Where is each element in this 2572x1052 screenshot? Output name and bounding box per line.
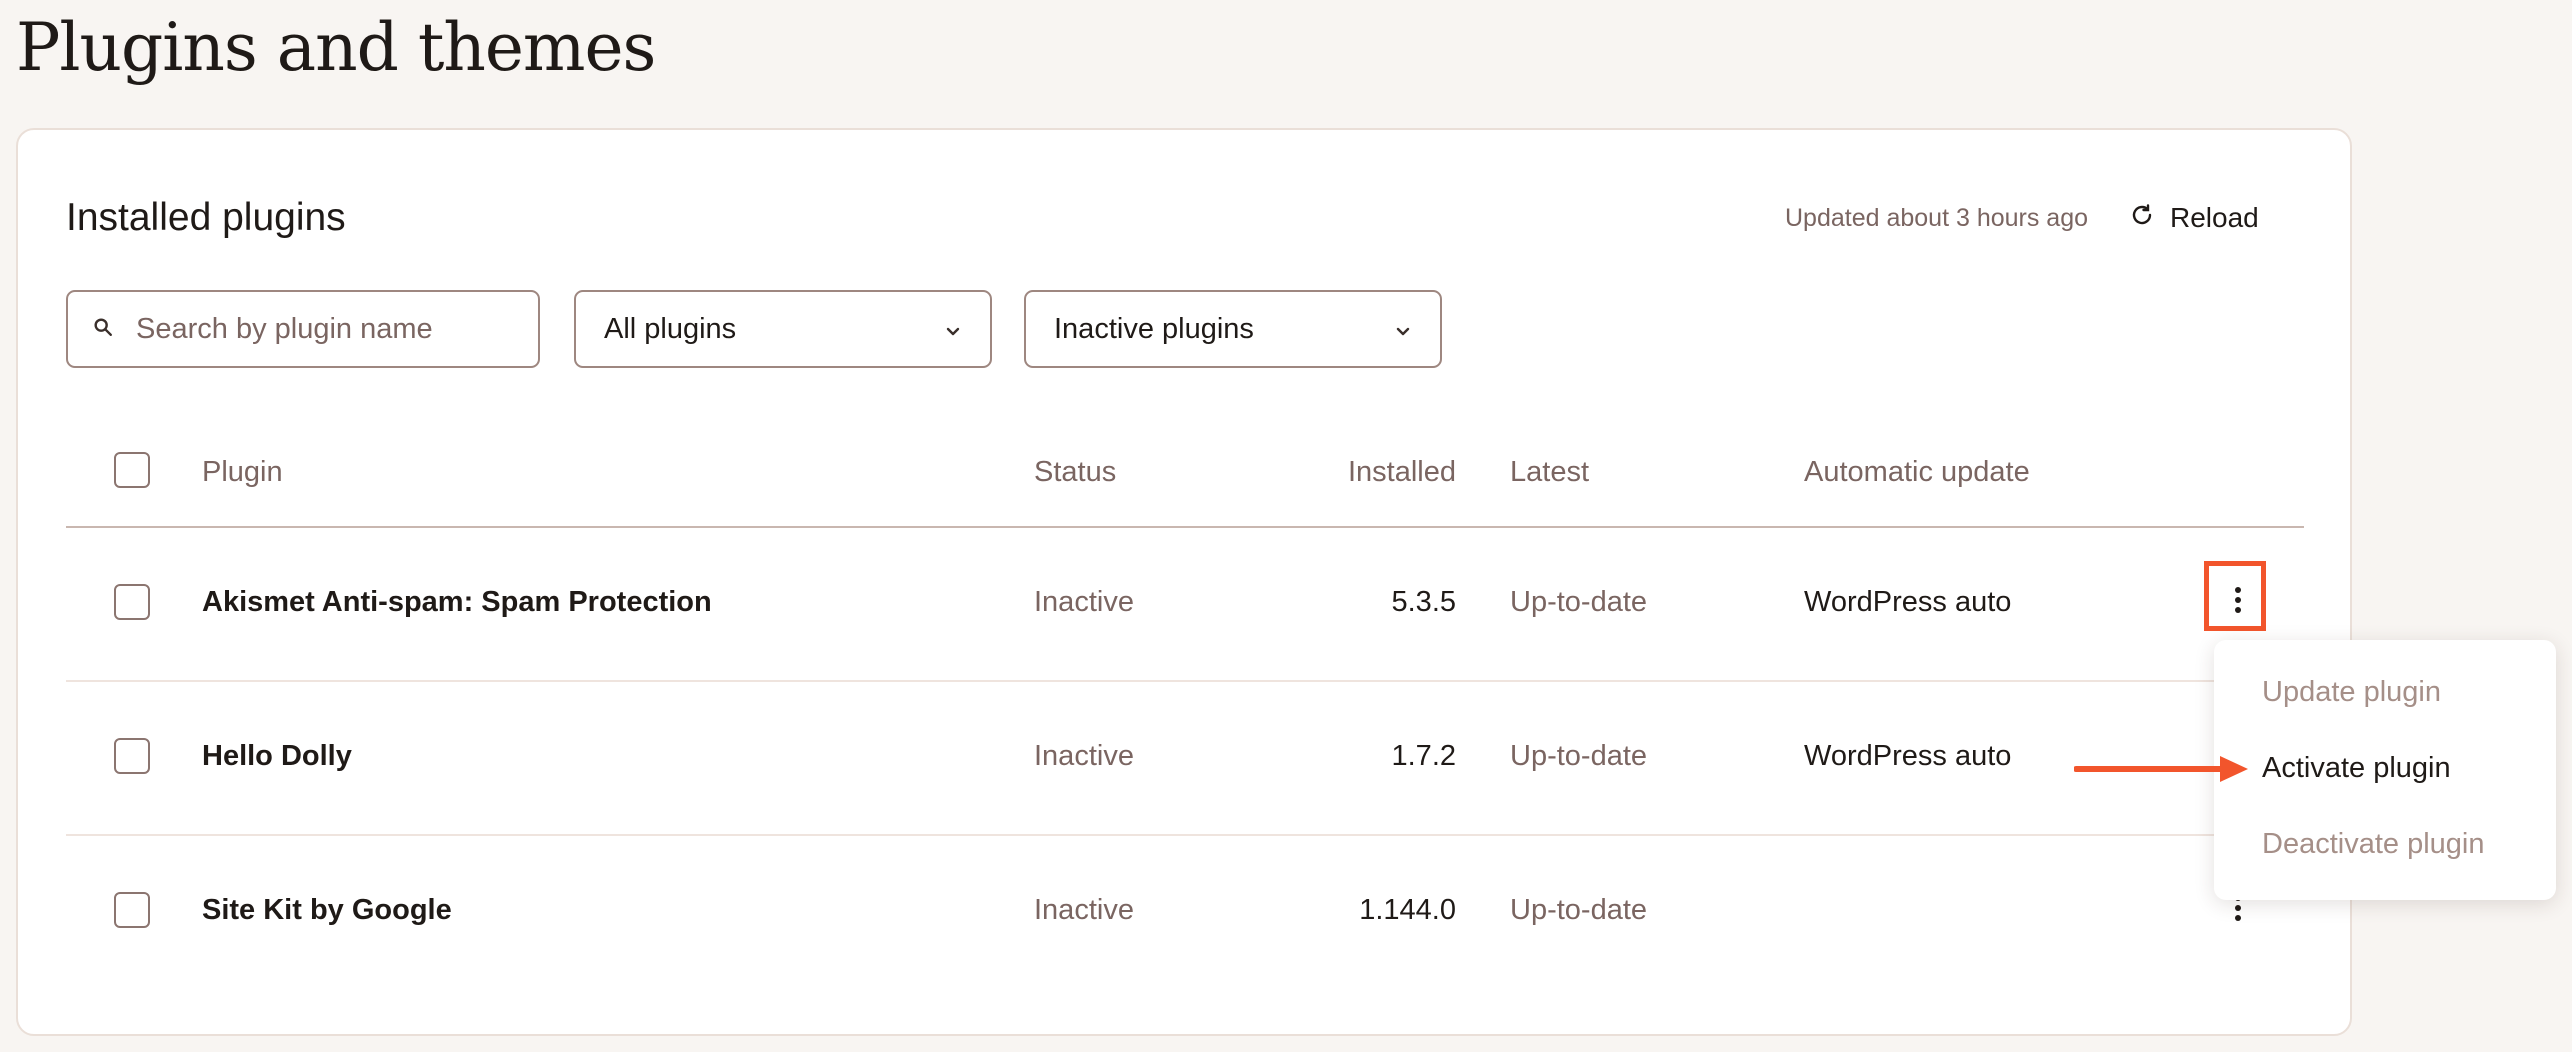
- highlight-box: [2204, 561, 2266, 631]
- menu-item-update-plugin[interactable]: Update plugin: [2262, 674, 2441, 710]
- reload-icon: [2130, 202, 2154, 234]
- search-icon: [92, 316, 114, 343]
- row-checkbox[interactable]: [114, 892, 150, 928]
- plugin-installed-version: 1.144.0: [1359, 894, 1456, 926]
- table-header-divider: [66, 526, 2304, 528]
- plugin-name: Akismet Anti-spam: Spam Protection: [202, 586, 712, 618]
- updated-timestamp: Updated about 3 hours ago: [1785, 204, 2089, 232]
- row-actions-menu: Update plugin Activate plugin Deactivate…: [2214, 640, 2556, 900]
- column-header-status[interactable]: Status: [1034, 454, 1116, 490]
- row-checkbox[interactable]: [114, 738, 150, 774]
- column-header-automatic-update[interactable]: Automatic update: [1804, 454, 2030, 490]
- plugin-status: Inactive: [1034, 586, 1134, 618]
- arrow-right-icon: [2074, 756, 2248, 782]
- plugin-latest: Up-to-date: [1510, 586, 1648, 618]
- plugin-auto-update: WordPress auto: [1804, 740, 2012, 772]
- chevron-down-icon: [944, 313, 962, 346]
- plugin-name: Site Kit by Google: [202, 894, 452, 926]
- column-header-latest[interactable]: Latest: [1510, 454, 1589, 490]
- plugin-latest: Up-to-date: [1510, 894, 1648, 926]
- reload-label: Reload: [2170, 202, 2259, 233]
- search-field[interactable]: [66, 290, 540, 368]
- plugin-type-select-value: All plugins: [604, 312, 737, 345]
- plugin-auto-update: WordPress auto: [1804, 586, 2012, 618]
- menu-item-deactivate-plugin[interactable]: Deactivate plugin: [2262, 826, 2484, 862]
- plugin-status: Inactive: [1034, 894, 1134, 926]
- column-header-installed[interactable]: Installed: [1306, 454, 1456, 490]
- plugin-status-select-value: Inactive plugins: [1054, 312, 1254, 345]
- plugin-installed-version: 1.7.2: [1391, 740, 1457, 772]
- row-checkbox[interactable]: [114, 584, 150, 620]
- plugin-status-select[interactable]: Inactive plugins: [1024, 290, 1442, 368]
- reload-button[interactable]: Reload: [2130, 196, 2259, 240]
- column-header-plugin[interactable]: Plugin: [202, 454, 283, 490]
- plugin-type-select[interactable]: All plugins: [574, 290, 992, 368]
- search-input[interactable]: [134, 311, 498, 347]
- card-title: Installed plugins: [66, 196, 346, 239]
- row-divider: [66, 834, 2304, 836]
- select-all-checkbox[interactable]: [114, 452, 150, 488]
- page-title: Plugins and themes: [16, 9, 656, 86]
- installed-plugins-card: Installed plugins Updated about 3 hours …: [16, 128, 2352, 1036]
- plugin-installed-version: 5.3.5: [1391, 586, 1457, 618]
- row-divider: [66, 680, 2304, 682]
- plugin-latest: Up-to-date: [1510, 740, 1648, 772]
- plugin-name: Hello Dolly: [202, 740, 352, 772]
- chevron-down-icon: [1394, 313, 1412, 346]
- plugin-status: Inactive: [1034, 740, 1134, 772]
- menu-item-activate-plugin[interactable]: Activate plugin: [2262, 750, 2451, 786]
